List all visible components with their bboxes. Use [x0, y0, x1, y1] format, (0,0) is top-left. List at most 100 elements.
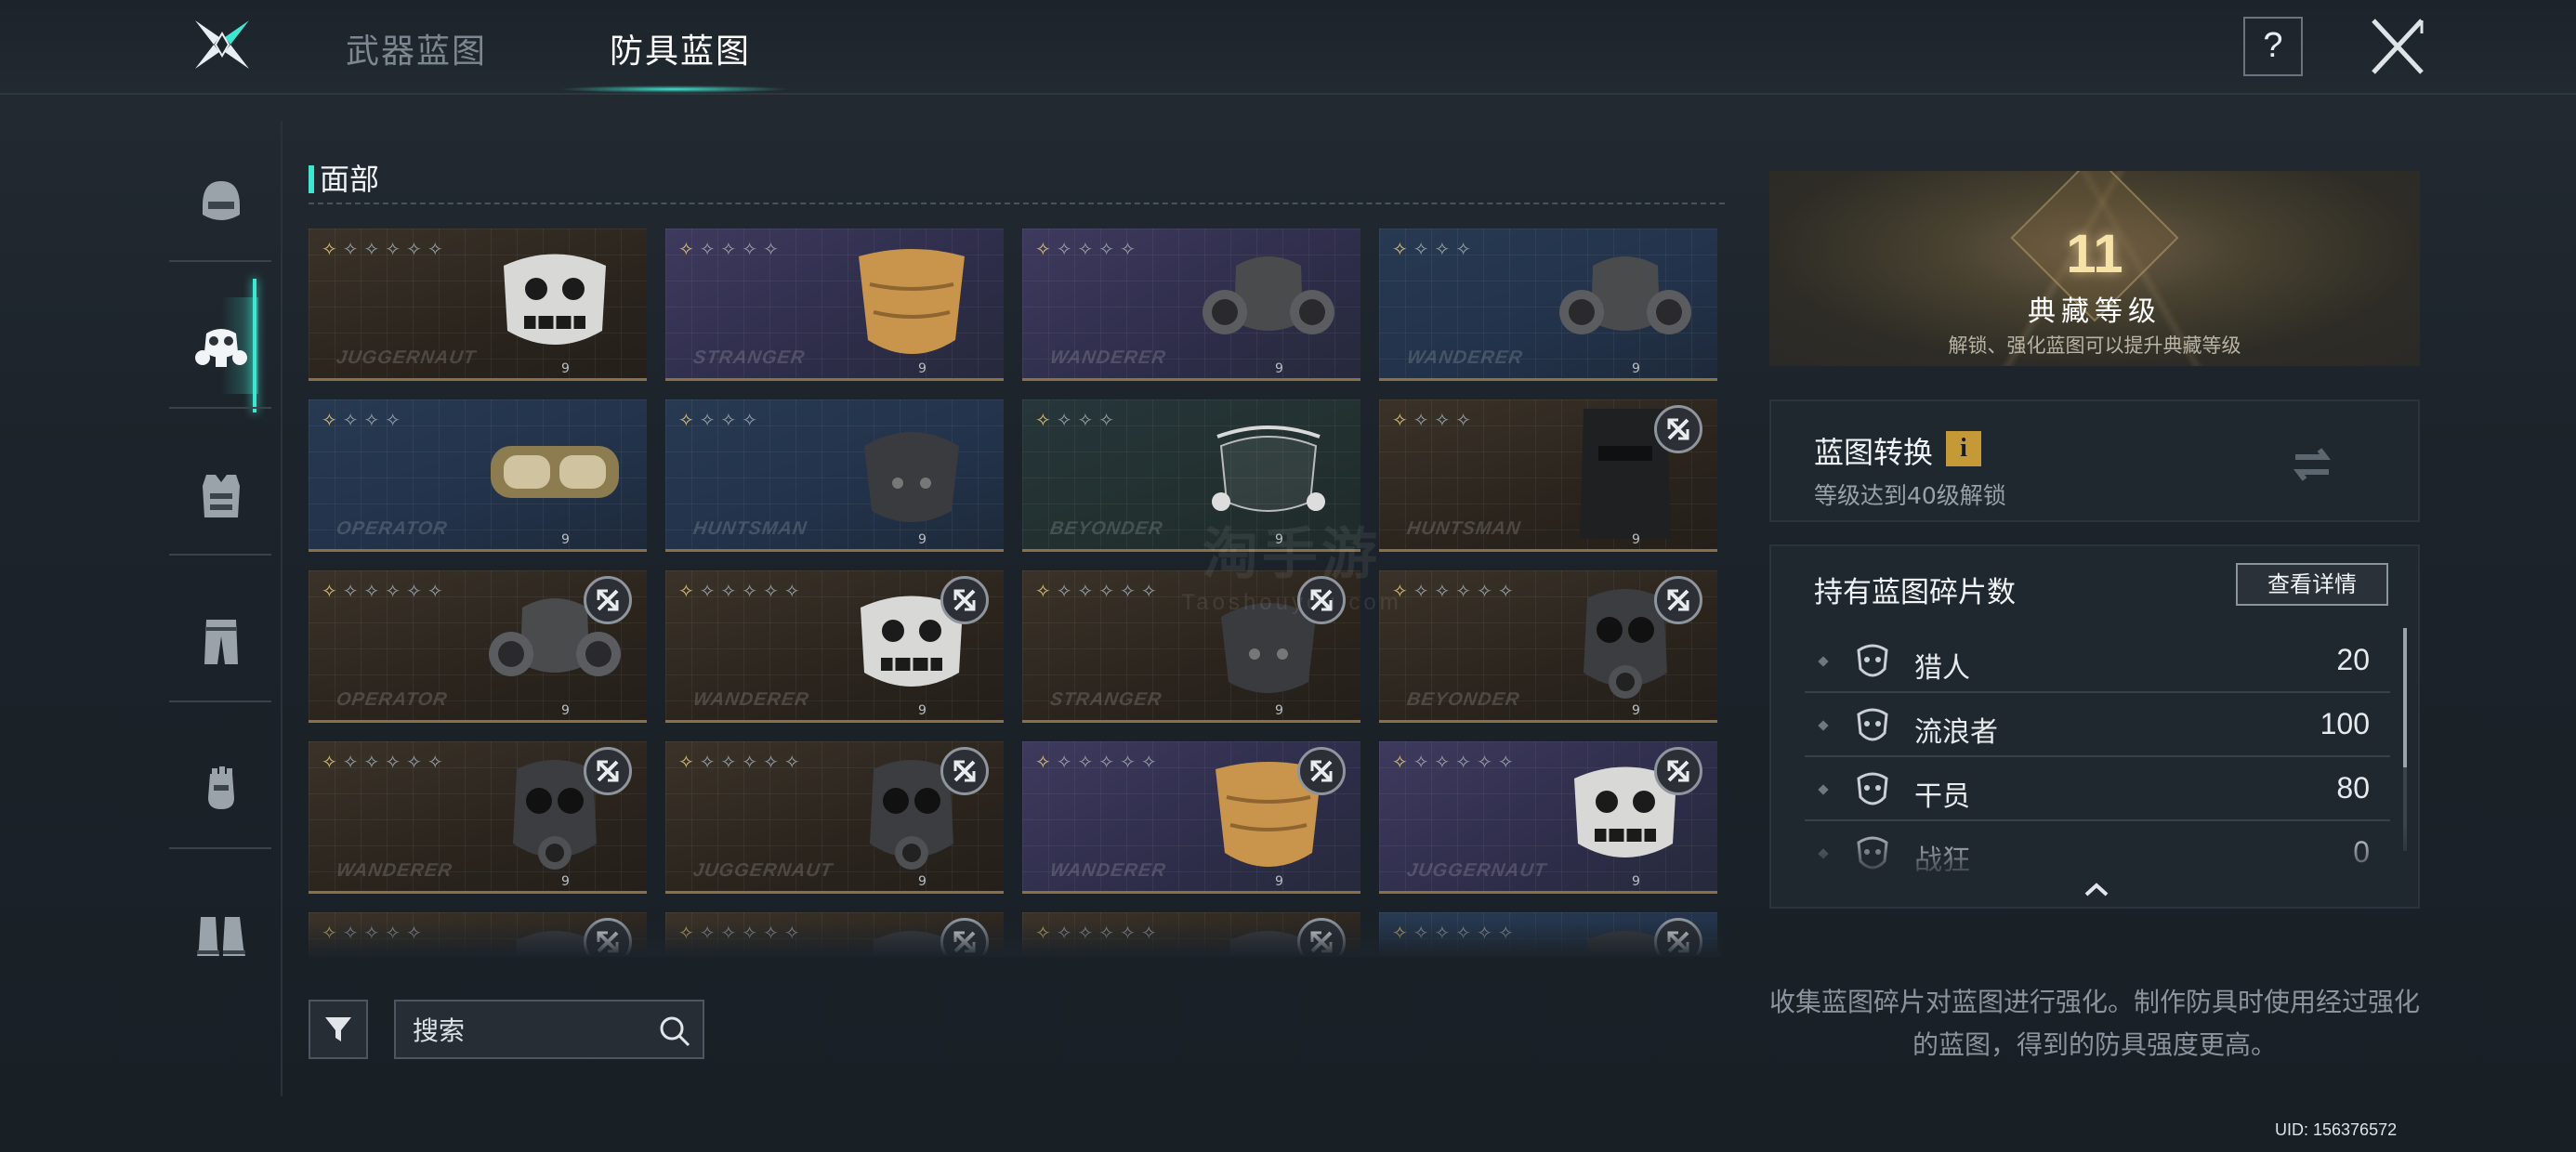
- card-star-rating: ✧✧✧✧: [678, 409, 763, 431]
- star-empty-icon: ✧: [763, 238, 784, 260]
- collection-level-card[interactable]: 11 典藏等级 解锁、强化蓝图可以提升典藏等级: [1769, 171, 2420, 366]
- star-empty-icon: ✧: [363, 580, 386, 602]
- sidebar-item-vest[interactable]: [165, 444, 277, 546]
- star-empty-icon: ✧: [427, 238, 449, 260]
- search-input[interactable]: [413, 1013, 636, 1048]
- pants-icon: [204, 620, 238, 664]
- blueprint-card[interactable]: ✧✧✧✧✧ WANDERER 9: [1022, 229, 1360, 381]
- star-empty-icon: ✧: [1455, 409, 1478, 431]
- blueprint-card[interactable]: ✧✧✧✧✧✧ WANDERER 9: [665, 570, 1004, 723]
- blueprint-card[interactable]: ✧✧✧✧✧✧ OPERATOR 9: [309, 570, 647, 723]
- card-brand-label: JUGGERNAUT: [1405, 860, 1548, 881]
- star-filled-icon: ✧: [1035, 409, 1057, 431]
- boots-icon: [197, 917, 245, 956]
- star-empty-icon: ✧: [427, 751, 449, 773]
- blueprint-card[interactable]: ✧✧✧✧ HUNTSMAN 9: [1379, 399, 1717, 552]
- close-icon[interactable]: [2368, 15, 2427, 78]
- locked-icon: [940, 576, 989, 624]
- game-logo-icon: [195, 20, 249, 69]
- blueprint-card[interactable]: ✧✧✧✧ HUNTSMAN 9: [665, 399, 1004, 552]
- respirator-icon: [1559, 256, 1691, 334]
- card-star-rating: ✧✧✧✧✧: [1035, 238, 1141, 260]
- star-filled-icon: ✧: [1392, 238, 1413, 260]
- filter-button[interactable]: [309, 1000, 368, 1059]
- sidebar-item-face[interactable]: [165, 297, 277, 399]
- view-details-button[interactable]: 查看详情: [2236, 563, 2388, 606]
- blueprint-card[interactable]: ✧✧✧✧✧✧ WANDERER 9: [309, 741, 647, 894]
- star-empty-icon: ✧: [699, 751, 721, 773]
- star-empty-icon: ✧: [1098, 751, 1121, 773]
- info-icon[interactable]: i: [1946, 431, 1981, 466]
- help-button[interactable]: ?: [2243, 17, 2303, 76]
- hint-text: 收集蓝图碎片对蓝图进行强化。制作防具时使用经过强化的蓝图，得到的防具强度更高。: [1769, 987, 2421, 1060]
- card-star-rating: ✧✧✧✧✧✧: [1035, 751, 1163, 773]
- blueprint-card[interactable]: ✧✧✧✧✧ STRANGER 9: [665, 229, 1004, 381]
- card-brand-label: BEYONDER: [1048, 518, 1164, 539]
- blueprint-card[interactable]: ✧✧✧✧✧✧ JUGGERNAUT 9: [309, 229, 647, 381]
- sidebar-separator: [169, 407, 271, 409]
- star-empty-icon: ✧: [1413, 409, 1435, 431]
- content-divider: [281, 121, 283, 1096]
- star-empty-icon: ✧: [1077, 238, 1099, 260]
- cloth-mask-icon: [859, 249, 965, 354]
- blueprint-card[interactable]: ✧✧✧✧✧✧ WANDERER 9: [1022, 741, 1360, 894]
- bullet-icon: [1818, 656, 1829, 667]
- fragment-count: 100: [2320, 707, 2370, 740]
- star-empty-icon: ✧: [742, 409, 764, 431]
- star-empty-icon: ✧: [342, 409, 364, 431]
- sidebar-item-boots[interactable]: [165, 884, 277, 987]
- star-filled-icon: ✧: [322, 238, 343, 260]
- star-empty-icon: ✧: [1077, 409, 1099, 431]
- card-brand-label: JUGGERNAUT: [335, 347, 478, 368]
- card-brand-label: STRANGER: [691, 347, 807, 368]
- star-empty-icon: ✧: [699, 238, 721, 260]
- card-star-rating: ✧✧✧✧: [1392, 409, 1477, 431]
- sidebar-item-gloves[interactable]: [165, 738, 277, 840]
- locked-icon: [1297, 747, 1346, 795]
- blueprint-card[interactable]: ✧✧✧✧ WANDERER 9: [1379, 229, 1717, 381]
- fragments-scroll-thumb[interactable]: [2403, 628, 2407, 767]
- star-empty-icon: ✧: [342, 238, 364, 260]
- card-brand-label: STRANGER: [1048, 689, 1163, 710]
- star-empty-icon: ✧: [385, 751, 407, 773]
- card-level: 9: [561, 532, 570, 547]
- star-empty-icon: ✧: [1077, 751, 1099, 773]
- card-star-rating: ✧✧✧✧✧✧: [322, 751, 449, 773]
- card-brand-label: HUNTSMAN: [1405, 518, 1523, 539]
- user-id: UID: 156376572: [2275, 1120, 2398, 1139]
- blueprint-card[interactable]: ✧✧✧✧✧✧ BEYONDER 9: [1379, 570, 1717, 723]
- search-icon[interactable]: [658, 1015, 691, 1048]
- convert-title: 蓝图转换: [1814, 435, 1934, 470]
- star-empty-icon: ✧: [720, 409, 743, 431]
- star-empty-icon: ✧: [1098, 580, 1121, 602]
- sidebar-item-helmet[interactable]: [165, 151, 277, 253]
- star-empty-icon: ✧: [1098, 238, 1121, 260]
- blueprint-convert-card[interactable]: 蓝图转换 i 等级达到40级解锁: [1769, 399, 2420, 522]
- expand-button[interactable]: [2069, 877, 2124, 903]
- locked-icon: [940, 747, 989, 795]
- card-brand-label: HUNTSMAN: [691, 518, 809, 539]
- collection-level-value: 11: [2066, 224, 2123, 284]
- blueprint-card[interactable]: ✧✧✧✧ OPERATOR 9: [309, 399, 647, 552]
- star-empty-icon: ✧: [1477, 751, 1498, 773]
- fragment-name: 猎人: [1914, 652, 1970, 685]
- top-bar: 武器蓝图 防具蓝图 ?: [0, 0, 2576, 95]
- star-empty-icon: ✧: [1434, 409, 1456, 431]
- goggles-icon: [491, 446, 619, 498]
- fragment-count: 20: [2336, 643, 2370, 676]
- blueprint-card[interactable]: ✧✧✧✧✧✧ STRANGER 9: [1022, 570, 1360, 723]
- sidebar-separator: [169, 700, 271, 702]
- tab-armor-blueprint[interactable]: 防具蓝图: [610, 24, 751, 72]
- tab-weapon-blueprint[interactable]: 武器蓝图: [346, 24, 487, 72]
- star-filled-icon: ✧: [322, 751, 343, 773]
- swap-icon[interactable]: [2282, 435, 2342, 494]
- star-empty-icon: ✧: [406, 580, 427, 602]
- star-empty-icon: ✧: [763, 751, 784, 773]
- blueprint-card[interactable]: ✧✧✧✧✧✧ JUGGERNAUT 9: [665, 741, 1004, 894]
- blueprint-card[interactable]: ✧✧✧✧✧✧ JUGGERNAUT 9: [1379, 741, 1717, 894]
- star-empty-icon: ✧: [1434, 238, 1456, 260]
- blueprint-card[interactable]: ✧✧✧✧ BEYONDER 9: [1022, 399, 1360, 552]
- chevron-up-icon: [2084, 883, 2109, 897]
- sidebar-item-pants[interactable]: [165, 591, 277, 693]
- card-level: 9: [561, 703, 570, 718]
